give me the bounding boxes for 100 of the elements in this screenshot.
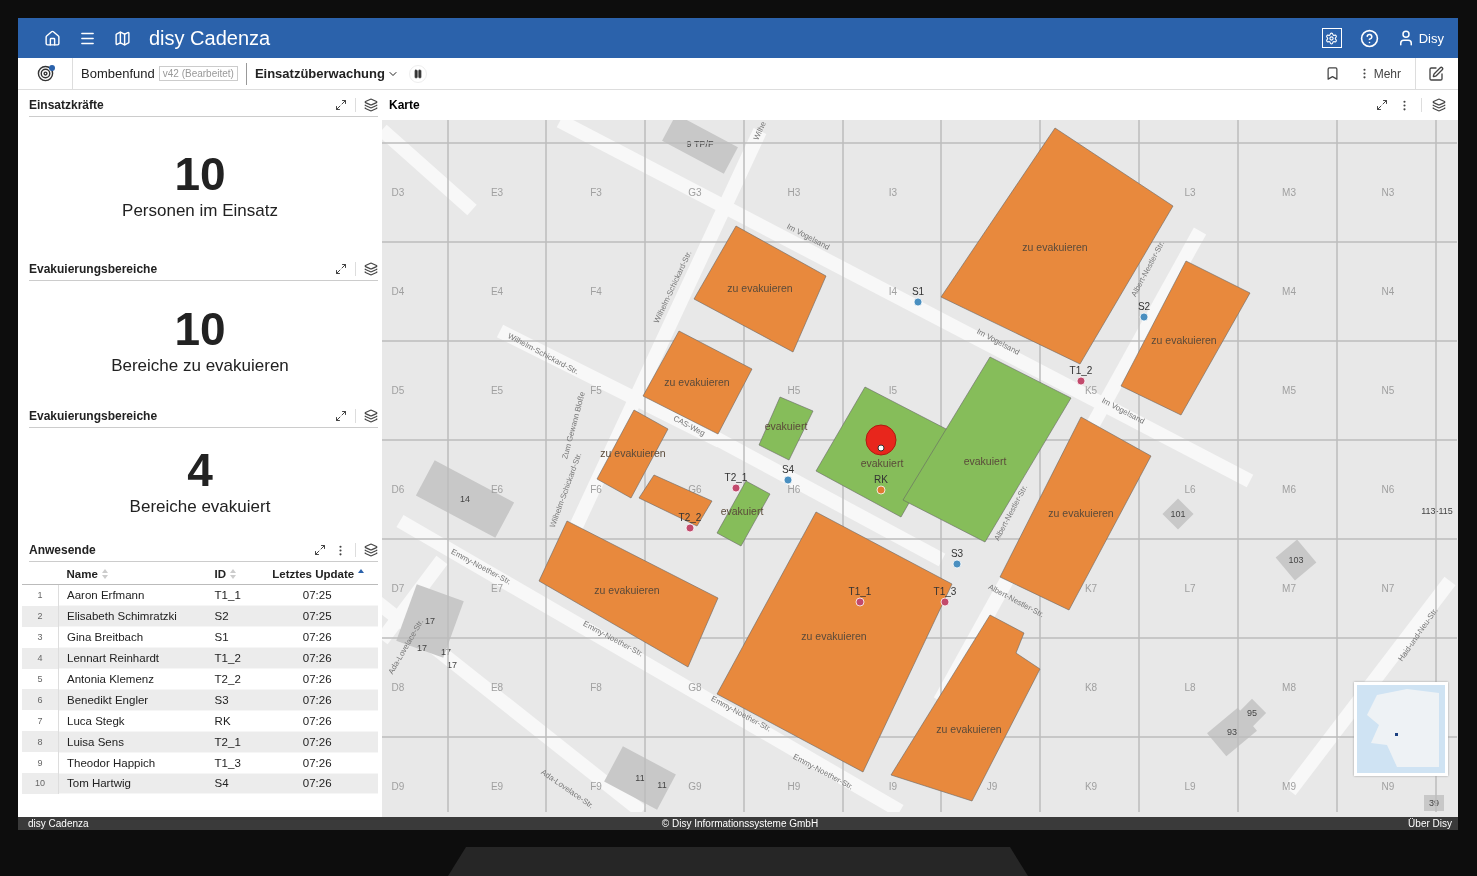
evacuation-area[interactable] [638, 474, 713, 527]
grid-label: E8 [490, 682, 504, 693]
table-cell: 07:26 [254, 689, 378, 711]
area-label: zu evakuieren [1048, 507, 1114, 519]
view-dropdown[interactable]: Einsatzüberwachung [254, 66, 399, 81]
panel-title: Karte [389, 98, 421, 112]
table-cell: 07:26 [254, 647, 378, 669]
kpi-caption: Bereiche evakuiert [129, 496, 271, 517]
table-cell: 07:26 [254, 773, 378, 794]
table-cell: S3 [206, 689, 255, 711]
area-label: zu evakuieren [664, 376, 730, 388]
layers-icon[interactable] [364, 262, 378, 276]
grid-label: F4 [590, 286, 602, 297]
grid-label: F5 [590, 385, 602, 396]
table-cell: 07:26 [254, 668, 378, 690]
grid-label: E3 [490, 187, 504, 198]
table-cell: 07:26 [254, 710, 378, 732]
unit-marker[interactable] [1139, 312, 1149, 322]
table-cell: T2_2 [206, 668, 255, 690]
layers-icon[interactable] [364, 409, 378, 423]
unit-marker[interactable] [913, 297, 923, 307]
building-number: 17 [441, 647, 451, 657]
edit-icon[interactable] [1428, 65, 1444, 82]
grid-label: K5 [1084, 385, 1098, 396]
table-cell: 07:26 [254, 626, 378, 648]
unit-marker[interactable] [876, 485, 886, 495]
expand-icon[interactable] [1376, 99, 1388, 111]
expand-icon[interactable] [335, 99, 347, 111]
grid-label: E7 [490, 583, 504, 594]
about-link[interactable]: Über Disy [1408, 818, 1452, 829]
user-button[interactable]: Disy [1396, 29, 1444, 47]
building-number: 14 [460, 494, 470, 504]
building-number: 17 [447, 660, 457, 670]
unit-marker[interactable] [952, 559, 962, 569]
evacuation-area[interactable] [642, 330, 753, 435]
pause-button[interactable] [408, 64, 427, 83]
area-label: zu evakuieren [1022, 241, 1088, 253]
building-number: 101 [1170, 509, 1186, 519]
grid-label: G8 [688, 682, 702, 693]
building-number: 17 [425, 616, 435, 626]
more-button[interactable]: Mehr [1357, 66, 1401, 81]
unit-marker[interactable] [731, 483, 741, 493]
grid-label: F3 [590, 187, 602, 198]
unit-marker[interactable] [940, 597, 950, 607]
layers-icon[interactable] [364, 98, 378, 112]
expand-icon[interactable] [335, 263, 347, 275]
column-header[interactable]: ID [206, 564, 255, 585]
building-number: 11 [635, 773, 645, 783]
unit-label: S2 [1137, 301, 1151, 312]
unit-label: S4 [781, 464, 795, 475]
table-cell: T1_2 [206, 647, 255, 669]
unit-marker[interactable] [855, 597, 865, 607]
table-cell: RK [206, 710, 255, 732]
layers-icon[interactable] [1432, 98, 1446, 112]
grid-label: I9 [888, 781, 898, 792]
building-number: 113-115 [1421, 506, 1453, 516]
unit-marker[interactable] [783, 475, 793, 485]
area-label: zu evakuieren [727, 282, 793, 294]
grid-label: L3 [1184, 187, 1196, 198]
grid-label: I4 [888, 286, 898, 297]
grid-label: M7 [1282, 583, 1296, 594]
area-label: zu evakuieren [801, 630, 867, 642]
expand-icon[interactable] [314, 544, 326, 556]
table-cell: Elisabeth Schimratzki [58, 605, 207, 627]
help-icon[interactable] [1359, 28, 1379, 48]
column-header[interactable]: Name [58, 564, 207, 585]
table-cell: T1_1 [206, 584, 255, 606]
grid-label: E9 [490, 781, 504, 792]
grid-label: D6 [391, 484, 405, 495]
area-label: zu evakuieren [1151, 334, 1217, 346]
bomb-marker-overlay[interactable] [865, 424, 897, 456]
column-header[interactable]: Letztes Update [254, 564, 378, 585]
grid-label: L6 [1184, 484, 1196, 495]
grid-label: L9 [1184, 781, 1196, 792]
table-cell: S1 [206, 626, 255, 648]
grid-label: D5 [391, 385, 405, 396]
unit-marker[interactable] [1076, 376, 1086, 386]
table-cell: Benedikt Engler [58, 689, 207, 711]
row-number: 10 [22, 773, 59, 794]
version-tag: v42 (Bearbeitet) [158, 66, 238, 81]
area-label: evakuiert [963, 455, 1007, 467]
bookmark-icon[interactable] [1324, 66, 1340, 81]
table-cell: Lennart Reinhardt [58, 647, 207, 669]
grid-label: E5 [490, 385, 504, 396]
unit-label: T1_1 [848, 586, 872, 597]
panel-title: Einsatzkräfte [29, 98, 105, 112]
target-icon[interactable] [36, 65, 54, 82]
grid-label: M5 [1282, 385, 1296, 396]
expand-icon[interactable] [335, 410, 347, 422]
row-number: 1 [22, 584, 59, 606]
settings-button[interactable] [1321, 28, 1342, 48]
unit-label: RK [874, 474, 888, 485]
area-label: zu evakuieren [594, 584, 660, 596]
grid-label: H6 [787, 484, 801, 495]
home-icon[interactable] [44, 29, 61, 47]
unit-marker[interactable] [685, 523, 695, 533]
map-icon[interactable] [114, 29, 131, 47]
area-label: zu evakuieren [936, 723, 1002, 735]
layers-icon[interactable] [364, 543, 378, 557]
building-number: 95 [1247, 708, 1257, 718]
